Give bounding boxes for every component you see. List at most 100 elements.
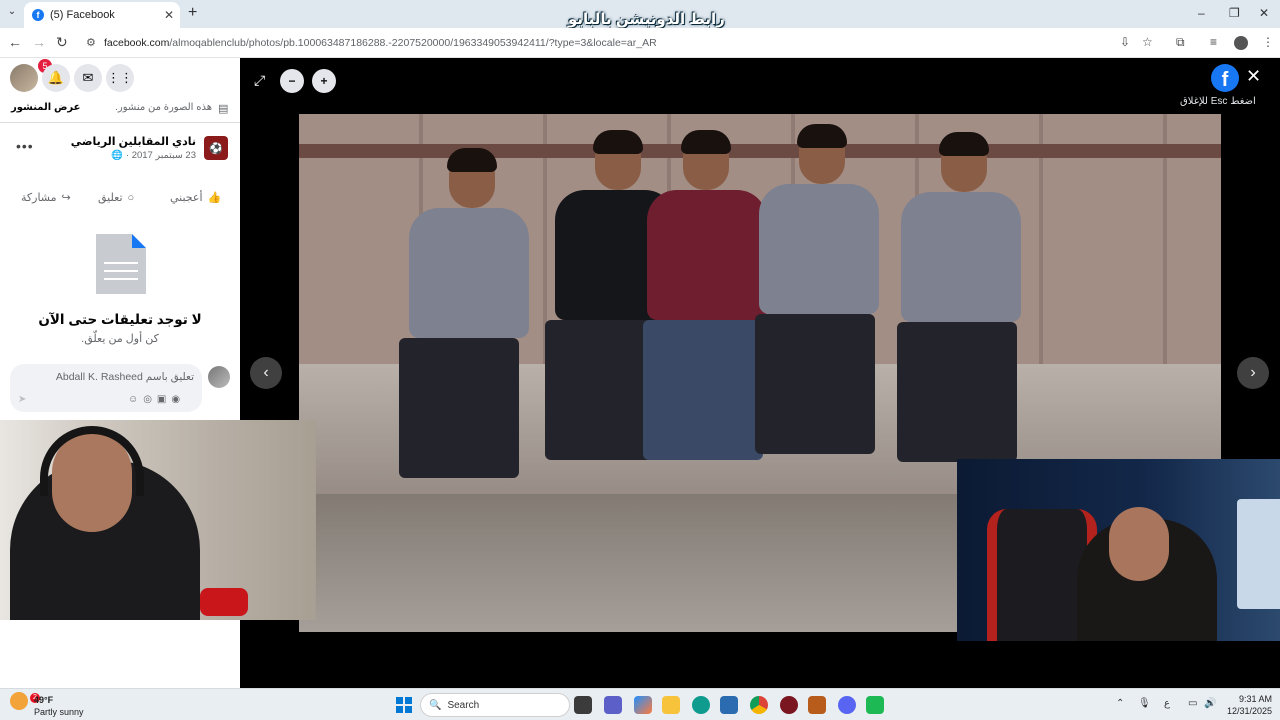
install-app-icon[interactable]: ⇩ [1120, 35, 1130, 49]
headphones-icon [40, 426, 144, 496]
sidebar-blank-area [0, 620, 240, 688]
comment-button[interactable]: تعليق ○ [98, 191, 135, 205]
commenter-avatar [208, 366, 230, 388]
comment-input[interactable]: تعليق باسم Abdall K. Rasheed ☺◎▣◉ ➤ [10, 364, 202, 412]
fullscreen-icon[interactable]: ⤢ [254, 72, 265, 89]
globe-icon: 🌐 [111, 150, 124, 161]
monitor-icon [1237, 499, 1280, 609]
notifications-bell-icon[interactable]: 🔔 [42, 64, 70, 92]
back-button[interactable]: ← [8, 34, 22, 50]
tab-list-button[interactable]: ⌄ [4, 6, 20, 22]
weather-widget[interactable]: 2 49°F Partly sunny [10, 692, 84, 717]
comment-bubble-icon: ○ [127, 191, 135, 204]
divider [0, 122, 240, 123]
browser-toolbar: ← → ↻ ⚙ facebook.com/almoqablenclub/phot… [0, 28, 1280, 58]
language-indicator[interactable]: ع [1164, 698, 1170, 709]
webcam-overlay-right [957, 459, 1280, 641]
discord-icon[interactable] [838, 696, 856, 714]
minimize-button[interactable]: – [1198, 6, 1205, 20]
next-photo-button[interactable]: › [1237, 357, 1269, 389]
share-label: مشاركة [21, 192, 57, 204]
task-view-icon[interactable] [574, 696, 592, 714]
start-button[interactable] [396, 697, 412, 713]
app-icon[interactable] [808, 696, 826, 714]
view-post-link[interactable]: عرض المنشور [11, 102, 80, 113]
doc-line [104, 278, 138, 280]
webcam-overlay-left [0, 420, 316, 620]
taskbar-search[interactable]: 🔍 Search [420, 693, 570, 717]
comment-tools-icons[interactable]: ☺◎▣◉ [128, 394, 185, 405]
photo-from-post-label: هذه الصورة من منشور. [115, 102, 212, 113]
no-comments-subtitle: كن أول من يعلّق. [81, 333, 159, 345]
browser-tabstrip: ⌄ f (5) Facebook ✕ + رابط الدونيشن بالبا… [0, 0, 1280, 43]
chrome-icon[interactable] [750, 696, 768, 714]
photo-ledge [299, 144, 1221, 158]
media-controls-icon[interactable]: ≡ [1210, 35, 1217, 49]
facebook-favicon-icon: f [32, 9, 44, 21]
app-icon[interactable] [866, 696, 884, 714]
tray-overflow-icon[interactable]: ⌃ [1116, 698, 1124, 709]
app-icon[interactable] [780, 696, 798, 714]
share-button[interactable]: مشاركة ↪ [21, 191, 71, 204]
send-icon[interactable]: ➤ [18, 394, 26, 405]
zoom-out-button[interactable]: − [280, 69, 304, 93]
maximize-button[interactable]: ❐ [1229, 6, 1240, 20]
post-date[interactable]: 23 سبتمبر 2017 · 🌐 [111, 150, 196, 161]
document-corner-icon [132, 234, 146, 248]
more-options-button[interactable]: ••• [16, 138, 34, 154]
facebook-logo-icon[interactable]: f [1211, 64, 1239, 92]
account-avatar[interactable] [10, 64, 38, 92]
close-viewer-button[interactable]: ✕ [1246, 66, 1261, 87]
no-comments-title: لا توجد تعليقات حتى الآن [38, 312, 202, 327]
page-avatar[interactable]: ⚽ [204, 136, 228, 160]
bookmark-star-icon[interactable]: ☆ [1142, 35, 1153, 49]
url-path: /almoqablenclub/photos/pb.10006348718628… [169, 37, 657, 49]
browser-menu-icon[interactable]: ⋮ [1262, 35, 1274, 49]
menu-grid-icon[interactable]: ⋮⋮ [106, 64, 134, 92]
screen: ⌄ f (5) Facebook ✕ + رابط الدونيشن بالبا… [0, 0, 1280, 720]
like-button[interactable]: أعجبني 👍 [170, 191, 221, 204]
clock-date: 12/31/2025 [1226, 706, 1272, 716]
copilot-icon[interactable] [634, 696, 652, 714]
store-icon[interactable] [720, 696, 738, 714]
post-icon: ▤ [218, 103, 229, 115]
guest-face [1109, 507, 1169, 581]
weather-temp: 49°F [34, 695, 54, 705]
new-tab-button[interactable]: + [188, 4, 197, 22]
weather-sun-icon [10, 692, 28, 710]
post-date-text: 23 سبتمبر 2017 · [123, 150, 196, 161]
microphone-icon [200, 588, 248, 616]
zoom-in-button[interactable]: + [312, 69, 336, 93]
edge-icon[interactable] [692, 696, 710, 714]
page-name[interactable]: نادي المقابلين الرياضي [71, 135, 196, 148]
search-label: Search [447, 699, 480, 711]
share-arrow-icon: ↪ [61, 192, 71, 204]
site-info-icon[interactable]: ⚙ [86, 36, 96, 49]
esc-hint: اضغط Esc للإغلاق [1180, 96, 1256, 107]
messenger-icon[interactable]: ✉ [74, 64, 102, 92]
close-window-button[interactable]: ✕ [1259, 6, 1269, 20]
forward-button[interactable]: → [32, 34, 46, 50]
comment-label: تعليق [98, 192, 123, 204]
volume-icon[interactable]: 🔊 [1204, 698, 1216, 709]
previous-photo-button[interactable]: ‹ [250, 357, 282, 389]
windows-taskbar: 2 49°F Partly sunny 🔍 Search ⌃ 🎙 ع ▭ 🔊 9… [0, 688, 1280, 720]
address-bar[interactable]: ⚙ facebook.com/almoqablenclub/photos/pb.… [82, 31, 1212, 55]
search-icon: 🔍 [429, 699, 442, 711]
extensions-icon[interactable]: ⧉ [1176, 35, 1185, 50]
file-explorer-icon[interactable] [662, 696, 680, 714]
comment-placeholder: تعليق باسم Abdall K. Rasheed [55, 371, 194, 383]
doc-line [104, 270, 138, 272]
mic-tray-icon[interactable]: 🎙 [1138, 698, 1151, 709]
tab-facebook[interactable]: f (5) Facebook ✕ [24, 2, 180, 28]
url-host: facebook.com [104, 37, 170, 49]
weather-desc: Partly sunny [34, 707, 84, 717]
like-label: أعجبني [170, 192, 203, 204]
tab-close-icon[interactable]: ✕ [164, 8, 174, 22]
clock-time: 9:31 AM [1238, 694, 1272, 704]
taskbar-clock[interactable]: 9:31 AM 12/31/2025 [1226, 693, 1272, 717]
teams-icon[interactable] [604, 696, 622, 714]
reload-button[interactable]: ↻ [56, 34, 68, 51]
profile-avatar-icon[interactable] [1234, 36, 1248, 50]
network-icon[interactable]: ▭ [1188, 698, 1197, 709]
